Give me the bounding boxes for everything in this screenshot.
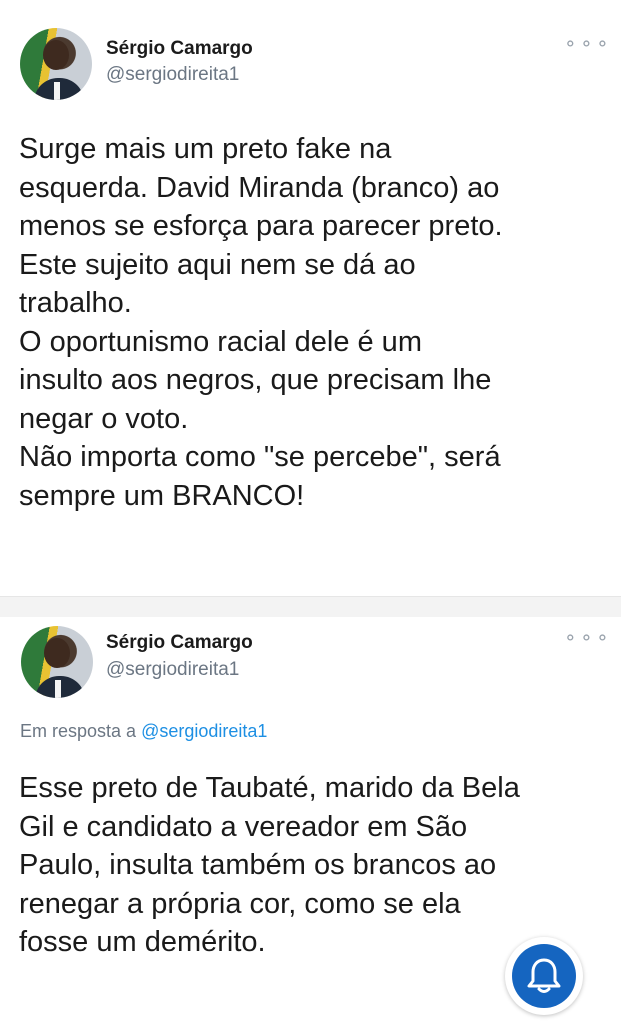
tweet-card[interactable]: Sérgio Camargo @sergiodireita1 ⚬⚬⚬ Surge… (0, 0, 621, 597)
avatar-face (43, 40, 69, 70)
author-handle[interactable]: @sergiodireita1 (106, 64, 239, 86)
avatar-face (44, 638, 70, 668)
author-name[interactable]: Sérgio Camargo (106, 632, 253, 654)
tweet-text: Surge mais um preto fake na esquerda. Da… (19, 133, 503, 512)
more-dots-icon[interactable]: ⚬⚬⚬ (563, 34, 611, 55)
avatar-collar (55, 680, 61, 698)
bell-icon (527, 958, 561, 993)
avatar[interactable] (21, 626, 93, 698)
author-handle[interactable]: @sergiodireita1 (106, 659, 239, 681)
reply-prefix: Em resposta a (20, 721, 137, 741)
reply-context: Em resposta a @sergiodireita1 (20, 721, 267, 742)
avatar-collar (54, 82, 60, 100)
tweet-text: Esse preto de Taubaté, marido da Bela Gi… (19, 772, 520, 958)
reply-mention-link[interactable]: @sergiodireita1 (141, 721, 267, 741)
more-dots-icon[interactable]: ⚬⚬⚬ (563, 628, 611, 649)
author-name[interactable]: Sérgio Camargo (106, 38, 253, 60)
notification-button-circle (512, 944, 576, 1008)
notification-button[interactable] (505, 937, 583, 1015)
avatar[interactable] (20, 28, 92, 100)
